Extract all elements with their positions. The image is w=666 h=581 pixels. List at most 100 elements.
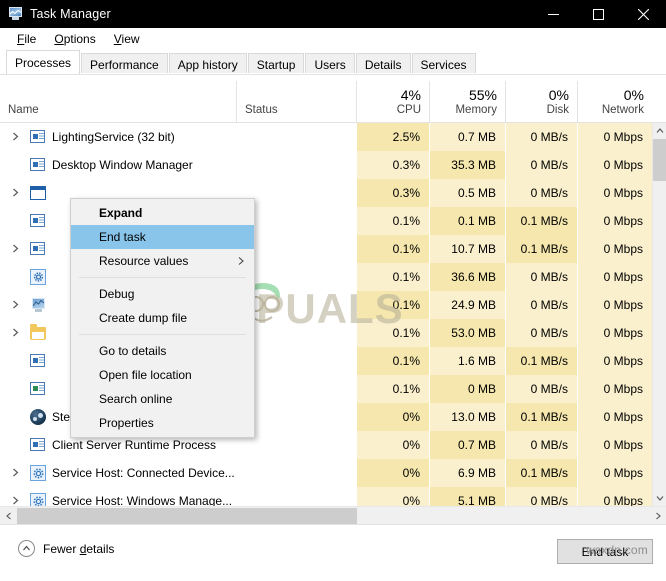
disk-cell: 0.1 MB/s: [520, 214, 568, 228]
horizontal-scroll-thumb[interactable]: [17, 508, 357, 524]
menu-bar: File Options View: [0, 28, 666, 50]
tab-label: Performance: [90, 57, 159, 72]
document-icon: [30, 214, 45, 227]
scroll-right-button[interactable]: [649, 507, 666, 524]
process-icon: [30, 409, 46, 425]
tab-label: Services: [420, 57, 467, 72]
expand-chevron-icon[interactable]: [11, 300, 20, 309]
tab-label: Users: [314, 57, 346, 72]
memory-cell: 0 MB: [467, 382, 496, 396]
table-row[interactable]: Service Host: Windows Manage... 0% 5.1 MB 0…: [0, 487, 652, 506]
column-header-network[interactable]: 0% Network: [578, 75, 652, 122]
table-row[interactable]: Desktop Window Manager 0.3% 35.3 MB 0 MB/s 0…: [0, 151, 652, 179]
cpu-cell: 0%: [402, 466, 420, 480]
vertical-scrollbar[interactable]: [652, 123, 666, 506]
tab-services[interactable]: Services: [411, 53, 476, 75]
expand-chevron-icon[interactable]: [11, 244, 20, 253]
memory-cell: 13.0 MB: [451, 410, 496, 424]
column-header-memory[interactable]: 55% Memory: [430, 75, 505, 122]
context-menu-item-search-online[interactable]: Search online: [71, 387, 254, 411]
context-menu-item-label: Search online: [99, 392, 173, 406]
network-cell: 0 Mbps: [603, 270, 643, 284]
context-menu-item-open-file-location[interactable]: Open file location: [71, 363, 254, 387]
chart-wave-icon: [10, 10, 21, 15]
disk-cell: 0 MB/s: [530, 158, 568, 172]
memory-cell: 6.9 MB: [457, 466, 496, 480]
vertical-scroll-thumb[interactable]: [653, 139, 666, 181]
network-cell: 0 Mbps: [603, 158, 643, 172]
network-cell: 0 Mbps: [603, 130, 643, 144]
cpu-cell: 0%: [402, 438, 420, 452]
memory-cell: 1.6 MB: [457, 354, 496, 368]
tab-processes[interactable]: Processes: [6, 50, 81, 74]
table-row[interactable]: Service Host: Connected Device... 0% 6.9 M…: [0, 459, 652, 487]
minimize-button[interactable]: [531, 0, 576, 28]
process-icon: [30, 465, 46, 481]
cpu-cell: 0.1%: [392, 298, 420, 312]
tab-startup[interactable]: Startup: [247, 53, 305, 75]
scroll-up-button[interactable]: [653, 123, 666, 139]
context-menu[interactable]: Expand End task Resource values Debug Create…: [70, 198, 255, 438]
table-row[interactable]: LightingService (32 bit) 2.5% 0.7 MB 0 MB/s…: [0, 123, 652, 151]
expand-chevron-icon[interactable]: [11, 188, 20, 197]
context-menu-item-label: End task: [99, 230, 146, 244]
disk-cell: 0 MB/s: [530, 130, 568, 144]
memory-cell: 0.5 MB: [457, 186, 496, 200]
maximize-button[interactable]: [576, 0, 621, 28]
bottom-bar: Fewer details End task: [0, 524, 666, 581]
title-bar[interactable]: Task Manager: [0, 0, 666, 28]
process-icon: [30, 129, 46, 145]
network-cell: 0 Mbps: [603, 214, 643, 228]
document-icon: [30, 242, 45, 255]
expand-chevron-icon[interactable]: [11, 496, 20, 505]
process-icon: [30, 185, 46, 201]
context-menu-item-debug[interactable]: Debug: [71, 282, 254, 306]
memory-cell: 35.3 MB: [451, 158, 496, 172]
column-header-status[interactable]: Status: [237, 75, 356, 122]
close-button[interactable]: [621, 0, 666, 28]
document-icon: [30, 130, 45, 143]
scroll-left-button[interactable]: [0, 507, 17, 524]
expand-chevron-icon[interactable]: [11, 468, 20, 477]
tab-performance[interactable]: Performance: [81, 53, 168, 75]
document-green-icon: [30, 382, 45, 395]
context-menu-item-create-dump-file[interactable]: Create dump file: [71, 306, 254, 330]
tab-users[interactable]: Users: [305, 53, 355, 75]
tab-label: App history: [177, 57, 238, 72]
context-menu-item-resource-values[interactable]: Resource values: [71, 249, 254, 273]
cpu-cell: 0%: [402, 410, 420, 424]
context-menu-item-label: Debug: [99, 287, 135, 301]
process-name: Service Host: Windows Manage...: [52, 494, 233, 506]
disk-cell: 0 MB/s: [530, 298, 568, 312]
status-cell: [237, 459, 356, 487]
column-header-name[interactable]: Name: [0, 75, 236, 122]
cpu-cell: 2.5%: [392, 130, 420, 144]
expand-chevron-icon[interactable]: [11, 328, 20, 337]
context-menu-item-expand[interactable]: Expand: [71, 201, 254, 225]
process-icon: [30, 157, 46, 173]
scroll-down-button[interactable]: [653, 490, 666, 506]
tab-app-history[interactable]: App history: [168, 53, 247, 75]
menu-file[interactable]: File: [8, 30, 45, 48]
column-header-cpu[interactable]: 4% CPU: [357, 75, 429, 122]
column-header-disk[interactable]: 0% Disk: [506, 75, 577, 122]
folder-icon: [30, 324, 46, 340]
process-icon: [30, 297, 46, 313]
cpu-cell: 0.3%: [392, 186, 420, 200]
process-icon: [30, 241, 46, 257]
network-cell: 0 Mbps: [603, 354, 643, 368]
expand-chevron-icon[interactable]: [11, 132, 20, 141]
submenu-chevron-right-icon: [238, 257, 244, 265]
steam-icon: [30, 409, 46, 425]
menu-separator: [79, 334, 246, 335]
tab-details[interactable]: Details: [355, 53, 411, 75]
context-menu-item-properties[interactable]: Properties: [71, 411, 254, 435]
menu-view[interactable]: View: [105, 30, 149, 48]
menu-options[interactable]: Options: [45, 30, 104, 48]
context-menu-item-label: Open file location: [99, 368, 192, 382]
context-menu-item-end-task[interactable]: End task: [71, 225, 254, 249]
context-menu-item-go-to-details[interactable]: Go to details: [71, 339, 254, 363]
network-cell: 0 Mbps: [603, 438, 643, 452]
horizontal-scrollbar[interactable]: [0, 506, 666, 524]
fewer-details-button[interactable]: Fewer details: [18, 540, 114, 557]
